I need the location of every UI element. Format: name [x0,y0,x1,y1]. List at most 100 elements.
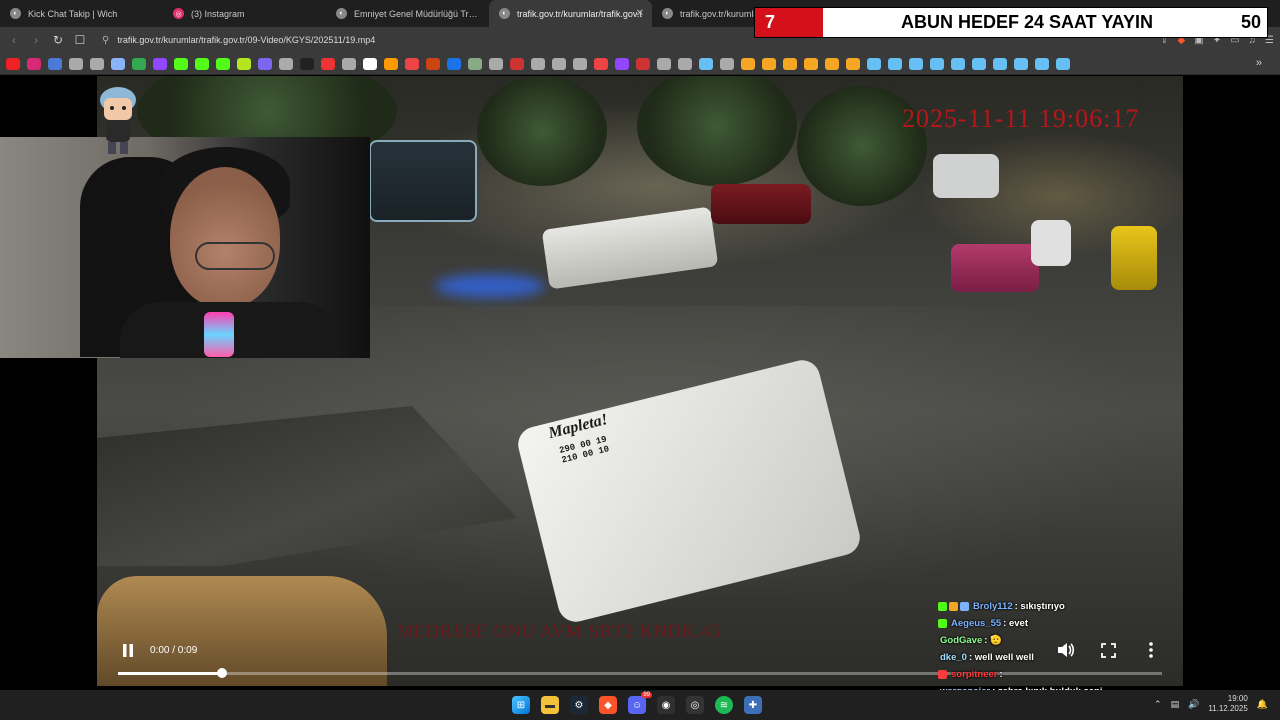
bookmark-icon[interactable] [552,57,566,70]
bookmark-icon[interactable] [405,57,419,70]
back-icon[interactable]: ‹ [8,33,20,47]
bookmark-icon[interactable] [867,57,881,70]
taxi [1111,226,1157,290]
chat-username[interactable]: GodGave [940,635,982,646]
bookmark-icon[interactable] [510,57,524,70]
bookmark-icon[interactable] [27,57,41,70]
bookmark-icon[interactable]: ☐ [74,33,86,47]
tab-emniyet[interactable]: ◐ Emniyet Genel Müdürlüğü Trafik Başk [326,0,489,27]
tree [637,76,797,186]
bookmark-icon[interactable] [48,57,62,70]
tab-label: Kick Chat Takip | Wich [28,8,118,19]
bookmark-icon[interactable] [531,57,545,70]
bookmark-icon[interactable] [321,57,335,70]
file-explorer-icon[interactable]: ▬ [541,696,559,714]
pause-icon[interactable] [122,644,134,657]
bookmark-icon[interactable] [720,57,734,70]
site-info-icon[interactable]: ⚲ [102,35,109,46]
bookmark-icon[interactable] [615,57,629,70]
bookmark-icon[interactable] [1035,57,1049,70]
bookmark-icon[interactable] [804,57,818,70]
bookmark-icon[interactable] [342,57,356,70]
bookmark-icon[interactable] [1056,57,1070,70]
chat-message: Broly112: sıkıştırıyo [938,598,1238,615]
bookmark-icon[interactable] [993,57,1007,70]
bookmark-icon[interactable] [216,57,230,70]
bookmark-icon[interactable] [930,57,944,70]
obs-icon[interactable]: ◉ [657,696,675,714]
bookmark-icon[interactable] [300,57,314,70]
taskbar-apps: ⊞ ▬ ⚙ ◆ ☺ 99 ◉ ◎ ≋ ✚ [512,692,762,716]
bookmark-icon[interactable] [972,57,986,70]
chat-text: : evet [1003,618,1028,629]
speaker-icon[interactable]: 🔊 [1188,699,1199,710]
bookmark-icon[interactable] [6,57,20,70]
bookmark-icon[interactable] [951,57,965,70]
bookmark-icon[interactable] [909,57,923,70]
bookmark-icon[interactable] [825,57,839,70]
network-icon[interactable]: ▤ [1171,699,1180,710]
chat-username[interactable]: sorpitneer [951,669,997,680]
app-icon[interactable]: ✚ [744,696,762,714]
spotify-icon[interactable]: ≋ [715,696,733,714]
bookmark-icon[interactable] [426,57,440,70]
bookmark-icon[interactable] [153,57,167,70]
white-car-right [1031,220,1071,266]
bookmark-icon[interactable] [237,57,251,70]
tab-instagram[interactable]: ◎ (3) Instagram [163,0,326,27]
clock-date: 11.12.2025 [1208,704,1248,713]
bookmark-icon[interactable] [678,57,692,70]
forward-icon[interactable]: › [30,33,42,47]
bookmark-icon[interactable] [279,57,293,70]
tab-label: trafik.gov.tr/kurumlar [680,8,762,19]
discord-icon[interactable]: ☺ 99 [628,692,652,714]
brave-icon[interactable]: ◆ [599,696,617,714]
bookmark-icon[interactable] [636,57,650,70]
bookmark-icon[interactable] [90,57,104,70]
app-icon[interactable]: ◎ [686,696,704,714]
url-field[interactable]: ⚲ trafik.gov.tr/kurumlar/trafik.gov.tr/0… [96,30,381,50]
bookmark-icon[interactable] [657,57,671,70]
notification-icon[interactable]: 🔔 [1257,699,1268,710]
bookmark-icon[interactable] [363,57,377,70]
clock[interactable]: 19:00 11.12.2025 [1208,694,1247,714]
chevron-up-icon[interactable]: ⌃ [1154,699,1162,710]
steam-icon[interactable]: ⚙ [570,696,588,714]
bookmark-icon[interactable] [594,57,608,70]
bookmark-icon[interactable] [195,57,209,70]
chat-username[interactable]: Aegeus_55 [951,618,1001,629]
bookmark-icon[interactable] [468,57,482,70]
badge-icon [960,602,969,611]
close-icon[interactable]: ✕ [636,8,644,19]
bookmark-icon[interactable] [174,57,188,70]
globe-icon: ◐ [662,8,673,19]
tree [477,76,607,186]
bookmark-icon[interactable] [258,57,272,70]
bookmark-icon[interactable] [69,57,83,70]
tab-kick-chat[interactable]: ◐ Kick Chat Takip | Wich [0,0,163,27]
reload-icon[interactable]: ↻ [52,33,64,47]
bookmark-icon[interactable] [111,57,125,70]
sub-count: 7 [755,8,823,37]
bookmark-icon[interactable] [489,57,503,70]
bookmark-icon[interactable] [132,57,146,70]
tab-trafik-active[interactable]: ◐ trafik.gov.tr/kurumlar/trafik.gov.t ✕ [489,0,652,27]
windows-start-icon[interactable]: ⊞ [512,696,530,714]
bookmark-icon[interactable] [762,57,776,70]
bookmark-icon[interactable] [846,57,860,70]
bookmark-icon[interactable] [1014,57,1028,70]
bookmark-icon[interactable] [384,57,398,70]
chat-text: : well well well [968,652,1034,663]
bookmarks-more-icon[interactable]: » [1256,57,1262,69]
bookmark-icon[interactable] [888,57,902,70]
bookmark-icon[interactable] [573,57,587,70]
bookmark-icon[interactable] [447,57,461,70]
chat-message: GodGave: 🫡 [938,632,1238,649]
bookmark-icon[interactable] [741,57,755,70]
discord-badge: 99 [641,692,652,698]
bookmark-icon[interactable] [783,57,797,70]
chat-username[interactable]: Broly112 [973,601,1013,612]
bookmark-icon[interactable] [699,57,713,70]
rgb-cup [204,312,234,357]
chat-username[interactable]: dke_0 [940,652,967,663]
